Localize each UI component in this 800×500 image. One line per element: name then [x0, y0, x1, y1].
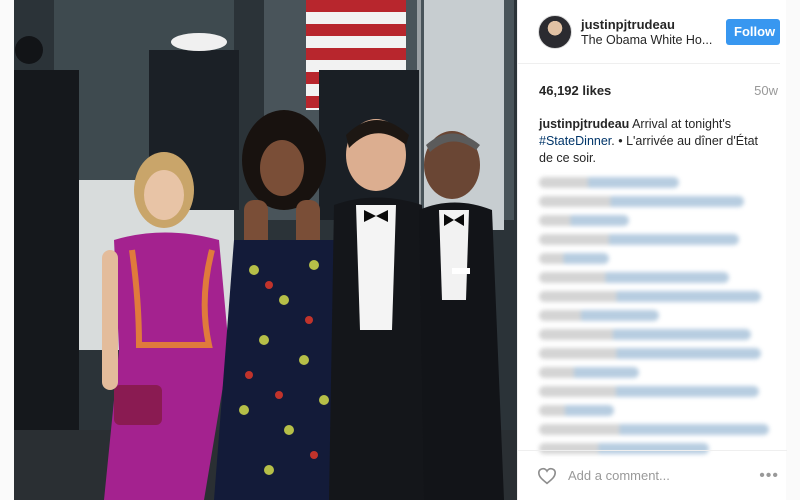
caption: justinpjtrudeau Arrival at tonight's #St… [518, 116, 786, 167]
post-age[interactable]: 50w [754, 83, 778, 98]
post-side-panel: justinpjtrudeau The Obama White Ho... Fo… [517, 0, 787, 500]
blurred-comment [539, 348, 761, 359]
comments-list-blurred [518, 167, 786, 454]
blurred-comment [539, 329, 751, 340]
caption-text-before: Arrival at tonight's [632, 117, 732, 131]
follow-button[interactable]: Follow [726, 18, 780, 45]
avatar[interactable] [538, 14, 572, 49]
blurred-comment [539, 177, 679, 188]
heart-icon[interactable] [536, 465, 558, 487]
photo-illustration [14, 0, 517, 500]
likes-count[interactable]: 46,192 likes [539, 83, 611, 98]
comment-input[interactable] [568, 468, 758, 483]
user-meta: justinpjtrudeau The Obama White Ho... [581, 17, 716, 47]
instagram-post-view: justinpjtrudeau The Obama White Ho... Fo… [0, 0, 800, 500]
post-header: justinpjtrudeau The Obama White Ho... Fo… [518, 0, 780, 64]
caption-username[interactable]: justinpjtrudeau [539, 117, 629, 131]
blurred-comment [539, 310, 659, 321]
heart-icon-shape [537, 467, 557, 484]
username-link[interactable]: justinpjtrudeau [581, 17, 716, 32]
location-link[interactable]: The Obama White Ho... [581, 33, 716, 47]
blurred-comment [539, 386, 759, 397]
caption-hashtag[interactable]: #StateDinner [539, 134, 611, 148]
blurred-comment [539, 234, 739, 245]
blurred-comment [539, 367, 639, 378]
blurred-comment [539, 424, 769, 435]
blurred-comment [539, 196, 744, 207]
post-stats: 46,192 likes 50w [518, 64, 786, 116]
blurred-comment [539, 405, 614, 416]
post-photo[interactable] [14, 0, 517, 500]
blurred-comment [539, 215, 629, 226]
blurred-comment [539, 253, 609, 264]
more-options-icon[interactable]: ••• [759, 467, 779, 485]
blurred-comment [539, 272, 729, 283]
blurred-comment [539, 291, 761, 302]
comment-bar: ••• [518, 450, 787, 500]
